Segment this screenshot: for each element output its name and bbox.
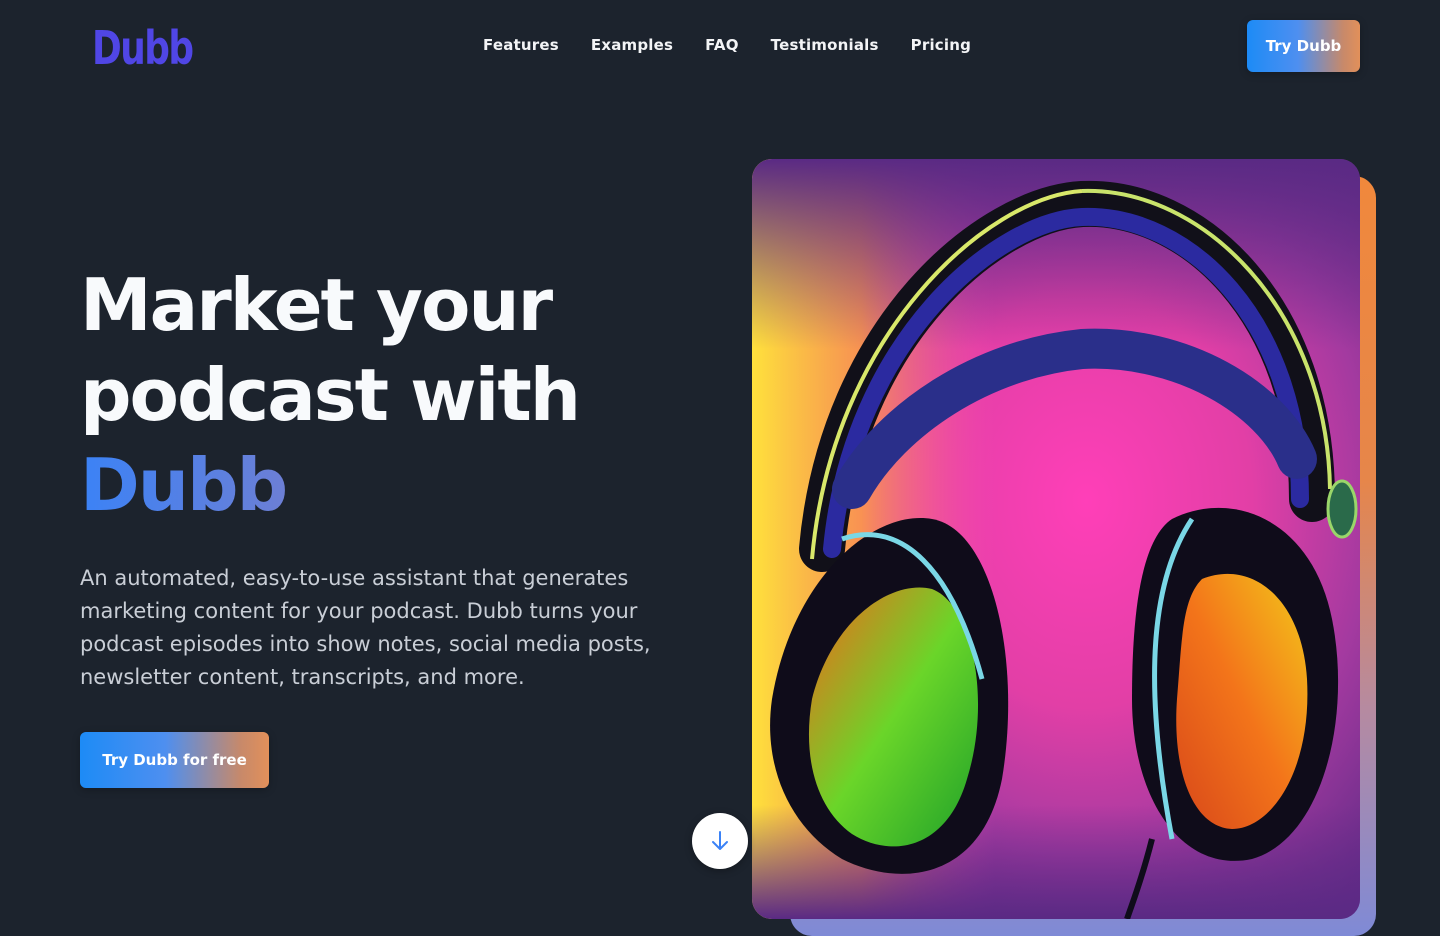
arrow-down-icon: [712, 831, 728, 850]
main-nav: Features Examples FAQ Testimonials Prici…: [483, 34, 971, 56]
try-dubb-free-button[interactable]: Try Dubb for free: [80, 732, 269, 788]
nav-pricing[interactable]: Pricing: [911, 34, 971, 56]
logo[interactable]: Dubb: [92, 22, 194, 74]
headline-line-2: podcast with: [80, 353, 581, 437]
hero-description: An automated, easy-to-use assistant that…: [80, 566, 651, 689]
nav-features[interactable]: Features: [483, 34, 559, 56]
try-dubb-button[interactable]: Try Dubb: [1247, 20, 1360, 72]
headphones-illustration: [752, 159, 1360, 919]
hero-headline: Market your podcast with Dubb: [80, 260, 581, 530]
nav-testimonials[interactable]: Testimonials: [771, 34, 879, 56]
headphones-image: [752, 159, 1360, 919]
nav-examples[interactable]: Examples: [591, 34, 673, 56]
headline-accent: Dubb: [80, 440, 579, 530]
headline-line-1: Market your: [80, 263, 553, 347]
nav-faq[interactable]: FAQ: [705, 34, 739, 56]
scroll-down-button[interactable]: [692, 813, 748, 869]
